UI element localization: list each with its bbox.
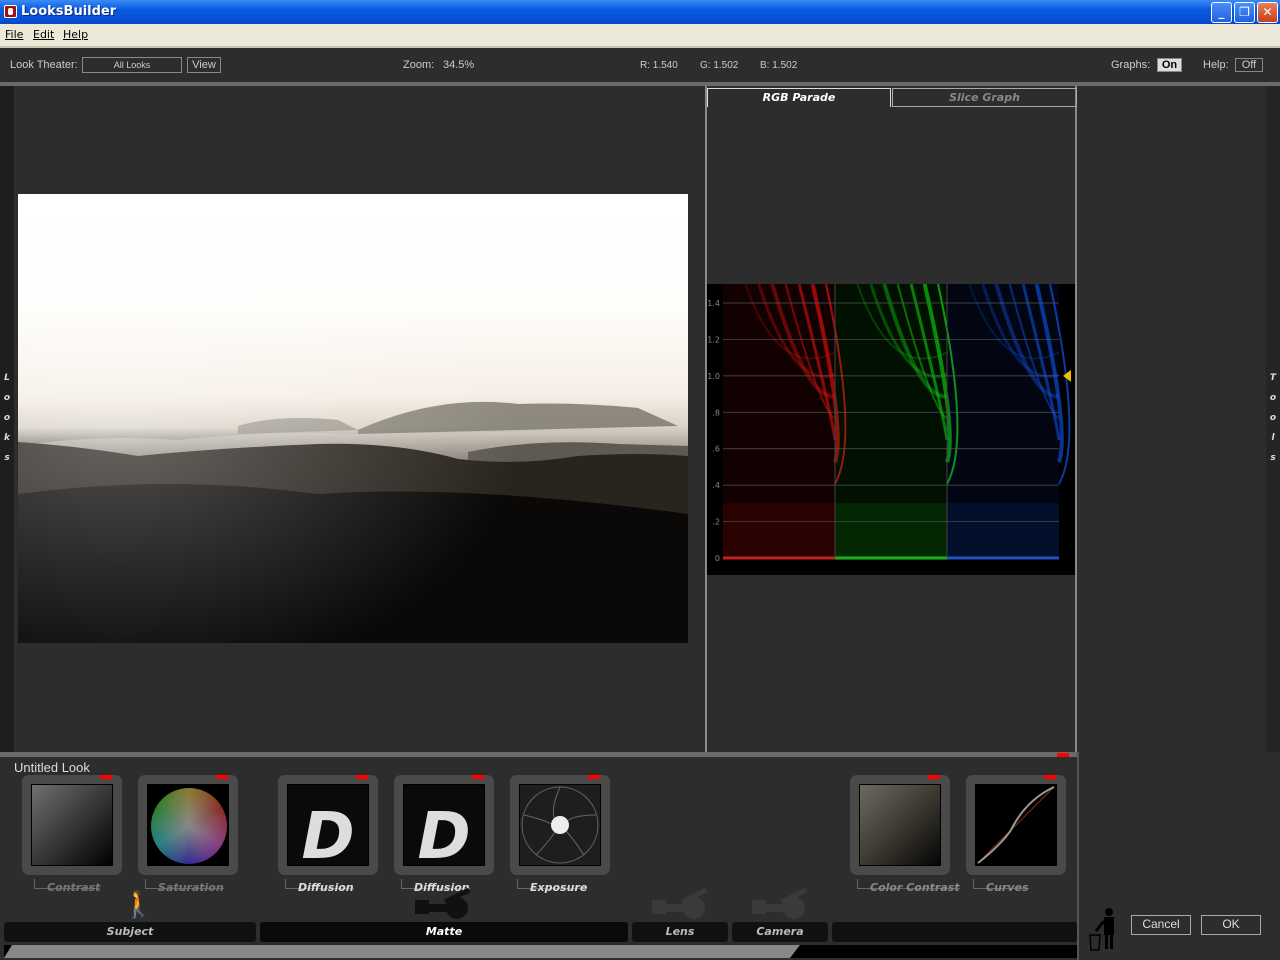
window-title: LooksBuilder	[21, 4, 117, 19]
rgb-parade-graph: 1.4 1.2 1.0 .8 .6 .4 .2 0	[707, 283, 1075, 575]
diffusion-icon: D	[287, 784, 369, 866]
tools-area	[1077, 86, 1266, 752]
category-subject[interactable]: Subject	[4, 922, 256, 942]
look-title: Untitled Look	[14, 760, 90, 775]
parade-y-label: .4	[712, 481, 720, 490]
timeline-slider[interactable]	[4, 945, 800, 958]
parade-shadows	[723, 503, 835, 558]
graphs-toggle[interactable]: On	[1157, 58, 1182, 72]
menu-bar: File Edit Help	[0, 24, 1280, 46]
parade-y-label: 1.0	[707, 372, 720, 381]
preview-image	[18, 194, 688, 643]
aperture-icon	[519, 784, 601, 866]
panel-indicator	[1057, 753, 1069, 757]
tool-contrast[interactable]	[22, 775, 122, 875]
toolbar: Look Theater: All Looks View Zoom: 34.5%…	[0, 46, 1280, 83]
g-value: G: 1.502	[700, 60, 739, 71]
tool-diffusion[interactable]: D	[278, 775, 378, 875]
cancel-button[interactable]: Cancel	[1131, 915, 1191, 935]
category-matte[interactable]: Matte	[260, 922, 628, 942]
tools-letter: s	[1270, 453, 1276, 463]
look-panel: Untitled Look D D Contrast Saturation Di…	[0, 752, 1077, 960]
tools-letter: o	[1269, 413, 1277, 423]
looks-letter: L	[4, 373, 10, 383]
menu-edit[interactable]: Edit	[33, 28, 54, 41]
curves-icon	[975, 784, 1057, 866]
looks-letter: s	[4, 453, 10, 463]
looks-letter: k	[4, 433, 10, 443]
category-camera[interactable]: Camera	[732, 922, 828, 942]
camera-camera-icon	[752, 888, 808, 919]
parade-y-label: .2	[712, 518, 720, 527]
view-button[interactable]: View	[187, 57, 221, 73]
tool-exposure[interactable]	[510, 775, 610, 875]
tools-letter: T	[1269, 373, 1277, 383]
looks-side-tab[interactable]: L o o k s	[0, 86, 14, 752]
parade-y-label: 0	[715, 554, 720, 563]
tool-saturation[interactable]	[138, 775, 238, 875]
tool-label: Color Contrast	[857, 879, 960, 894]
parade-shadows	[947, 503, 1059, 558]
lens-camera-icon	[652, 888, 708, 919]
tab-rgb-parade[interactable]: RGB Parade	[707, 88, 891, 107]
b-value: B: 1.502	[760, 60, 798, 71]
look-theater-label: Look Theater:	[10, 59, 78, 71]
matte-camera-icon	[415, 888, 471, 919]
ok-button[interactable]: OK	[1201, 915, 1261, 935]
tool-curves[interactable]	[966, 775, 1066, 875]
minimize-button[interactable]: _	[1211, 2, 1232, 23]
diffusion-icon: D	[403, 784, 485, 866]
help-toggle[interactable]: Off	[1235, 58, 1263, 72]
looks-letter: o	[3, 413, 11, 423]
graphs-label: Graphs:	[1111, 59, 1151, 71]
parade-y-label: 1.2	[707, 335, 720, 344]
looks-letter: o	[3, 393, 11, 403]
subject-person-icon: 🚶	[122, 890, 155, 920]
zoom-value: 34.5%	[443, 59, 475, 71]
tool-label: Curves	[973, 879, 1029, 894]
help-label: Help:	[1203, 59, 1229, 71]
parade-y-label: .8	[712, 408, 720, 417]
parade-shadows	[835, 503, 947, 558]
title-bar: LooksBuilder _ ❐ ✕	[0, 0, 1280, 24]
panel-divider	[0, 752, 1077, 757]
tools-letter: o	[1269, 393, 1277, 403]
close-button[interactable]: ✕	[1257, 2, 1278, 23]
tool-label: Saturation	[145, 879, 224, 894]
look-theater-select[interactable]: All Looks	[82, 57, 182, 73]
app-icon	[4, 5, 17, 18]
tools-side-tab[interactable]: T o o l s	[1266, 86, 1280, 752]
category-lens[interactable]: Lens	[632, 922, 728, 942]
graphs-panel: RGB Parade Slice Graph 1.4 1.2 1.0 .8 .6 .4 .2…	[705, 86, 1077, 752]
tools-letter: l	[1271, 433, 1275, 443]
r-value: R: 1.540	[640, 60, 678, 71]
tool-color-contrast[interactable]	[850, 775, 950, 875]
menu-file[interactable]: File	[5, 28, 23, 41]
menu-help[interactable]: Help	[63, 28, 88, 41]
restore-button[interactable]: ❐	[1234, 2, 1255, 23]
trash-icon[interactable]	[1089, 907, 1119, 951]
category-empty	[832, 922, 1077, 942]
zoom-label: Zoom:	[403, 59, 435, 71]
tool-label: Diffusion	[285, 879, 354, 894]
parade-y-label: 1.4	[707, 299, 720, 308]
parade-y-label: .6	[712, 445, 720, 454]
tab-slice-graph[interactable]: Slice Graph	[892, 88, 1077, 107]
tool-diffusion-2[interactable]: D	[394, 775, 494, 875]
tool-label: Contrast	[34, 879, 101, 894]
actions-panel: Cancel OK	[1077, 752, 1280, 960]
tool-label: Exposure	[517, 879, 588, 894]
